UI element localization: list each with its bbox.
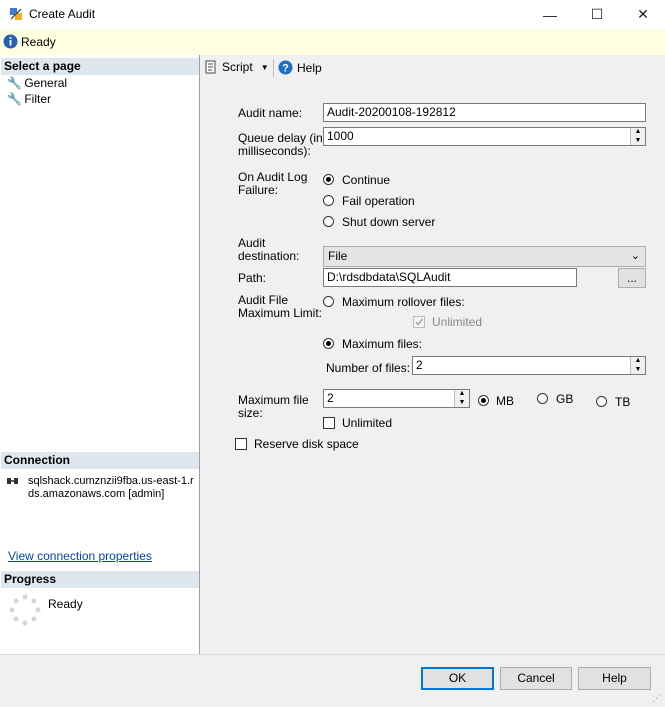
queue-delay-spinner[interactable]: ▲ ▼ [630, 128, 645, 145]
failure-option-label: Continue [342, 173, 391, 187]
script-label: Script [222, 60, 253, 74]
max-size-label: Maximum file size: [238, 394, 309, 420]
help-icon: ? [278, 60, 293, 75]
help-button[interactable]: Help [578, 667, 651, 690]
cancel-button[interactable]: Cancel [500, 667, 572, 690]
number-files-label: Number of files: [326, 361, 411, 375]
connection-line: ds.amazonaws.com [admin] [28, 488, 165, 500]
unit-label: MB [496, 394, 514, 408]
info-icon [3, 34, 18, 49]
max-files-label: Maximum files: [342, 337, 423, 351]
checkmark-icon [415, 318, 424, 326]
status-bar: Ready [0, 29, 665, 56]
destination-label-line: destination: [238, 249, 300, 263]
window-title: Create Audit [29, 7, 96, 21]
radio[interactable] [537, 393, 548, 404]
status-text: Ready [21, 35, 56, 49]
help-label: Help [297, 60, 322, 75]
failure-option-label: Fail operation [342, 194, 415, 208]
left-pane: Select a page 🔧 General 🔧 Filter Connect… [0, 55, 200, 654]
max-rollover-label: Maximum rollover files: [342, 295, 465, 309]
maximize-button[interactable]: ☐ [574, 0, 620, 29]
chevron-down-icon: ⌄ [630, 250, 640, 262]
help-toolbar-button[interactable]: ? Help [278, 60, 322, 75]
max-size-value: 2 [327, 391, 334, 405]
connection-icon [7, 478, 18, 484]
failure-label: On Audit Log Failure: [238, 171, 307, 197]
view-connection-link[interactable]: View connection properties [8, 549, 152, 563]
limit-label: Audit File Maximum Limit: [238, 294, 322, 320]
toolbar-divider [273, 59, 274, 77]
destination-label: Audit destination: [238, 237, 299, 263]
path-label: Path: [238, 271, 267, 285]
audit-name-input[interactable]: Audit-20200108-192812 [323, 103, 646, 122]
connection-info: sqlshack.cumznzii9fba.us-east-1.r ds.ama… [28, 475, 194, 501]
audit-name-label: Audit name: [238, 106, 303, 120]
radio[interactable] [323, 216, 334, 227]
select-page-header: Select a page [1, 58, 199, 75]
limit-label-line: Maximum Limit: [238, 306, 323, 320]
number-files-value: 2 [416, 358, 423, 372]
checkbox-disabled [413, 316, 425, 328]
unlimited-rollover-label: Unlimited [432, 315, 483, 329]
number-files-spinner[interactable]: ▲ ▼ [630, 357, 645, 374]
radio-selected[interactable] [323, 174, 334, 185]
radio[interactable] [323, 195, 334, 206]
radio-selected[interactable] [478, 395, 489, 406]
failure-label-line: Failure: [238, 183, 279, 197]
unit-label: TB [615, 395, 631, 409]
connection-header: Connection [1, 452, 199, 469]
toolbar: Script ▼ ? Help [200, 55, 665, 82]
wrench-icon: 🔧 [7, 92, 22, 106]
script-button[interactable]: Script ▼ [204, 60, 269, 74]
spin-up-icon[interactable]: ▲ [631, 128, 645, 137]
page-item-general[interactable]: 🔧 General [7, 76, 67, 90]
spin-up-icon[interactable]: ▲ [631, 357, 645, 366]
wrench-icon: 🔧 [7, 76, 22, 90]
radio[interactable] [323, 296, 334, 307]
number-files-input[interactable]: 2 ▲ ▼ [412, 356, 646, 375]
destination-value: File [328, 249, 348, 263]
progress-spinner-icon [9, 594, 41, 626]
failure-option-label: Shut down server [342, 215, 436, 229]
spin-down-icon[interactable]: ▼ [631, 366, 645, 375]
max-size-input[interactable]: 2 ▲ ▼ [323, 389, 470, 408]
path-input[interactable]: D:\rdsdbdata\SQLAudit [323, 268, 577, 287]
page-item-label: Filter [24, 92, 52, 106]
max-size-label-line: size: [238, 406, 263, 420]
close-button[interactable]: ✕ [620, 0, 665, 29]
unit-label: GB [556, 392, 574, 406]
title-bar: Create Audit — ☐ ✕ [0, 0, 665, 29]
svg-text:?: ? [282, 63, 289, 75]
script-icon [205, 60, 216, 74]
queue-delay-label-line: milliseconds): [238, 144, 311, 158]
destination-select[interactable]: File ⌄ [323, 246, 646, 267]
progress-header: Progress [1, 571, 199, 588]
browse-button[interactable]: ... [618, 268, 646, 288]
checkbox[interactable] [323, 417, 335, 429]
queue-delay-label: Queue delay (in milliseconds): [238, 132, 323, 158]
audit-app-icon [10, 8, 22, 20]
progress-status: Ready [48, 597, 83, 611]
checkbox[interactable] [235, 438, 247, 450]
ok-button[interactable]: OK [421, 667, 494, 690]
max-size-spinner[interactable]: ▲ ▼ [454, 390, 469, 407]
page-item-filter[interactable]: 🔧 Filter [7, 92, 51, 106]
chevron-down-icon: ▼ [260, 62, 269, 72]
reserve-disk-label: Reserve disk space [254, 437, 359, 451]
unlimited-size-label: Unlimited [342, 416, 393, 430]
connection-line: sqlshack.cumznzii9fba.us-east-1.r [28, 475, 194, 487]
radio-selected[interactable] [323, 338, 334, 349]
minimize-button[interactable]: — [527, 0, 573, 29]
spin-down-icon[interactable]: ▼ [631, 137, 645, 146]
queue-delay-value: 1000 [327, 129, 354, 143]
spin-up-icon[interactable]: ▲ [455, 390, 469, 399]
radio[interactable] [596, 396, 607, 407]
spin-down-icon[interactable]: ▼ [455, 399, 469, 408]
queue-delay-input[interactable]: 1000 ▲ ▼ [323, 127, 646, 146]
resize-grip-icon[interactable]: ⋰ [652, 693, 661, 704]
page-item-label: General [24, 76, 68, 90]
